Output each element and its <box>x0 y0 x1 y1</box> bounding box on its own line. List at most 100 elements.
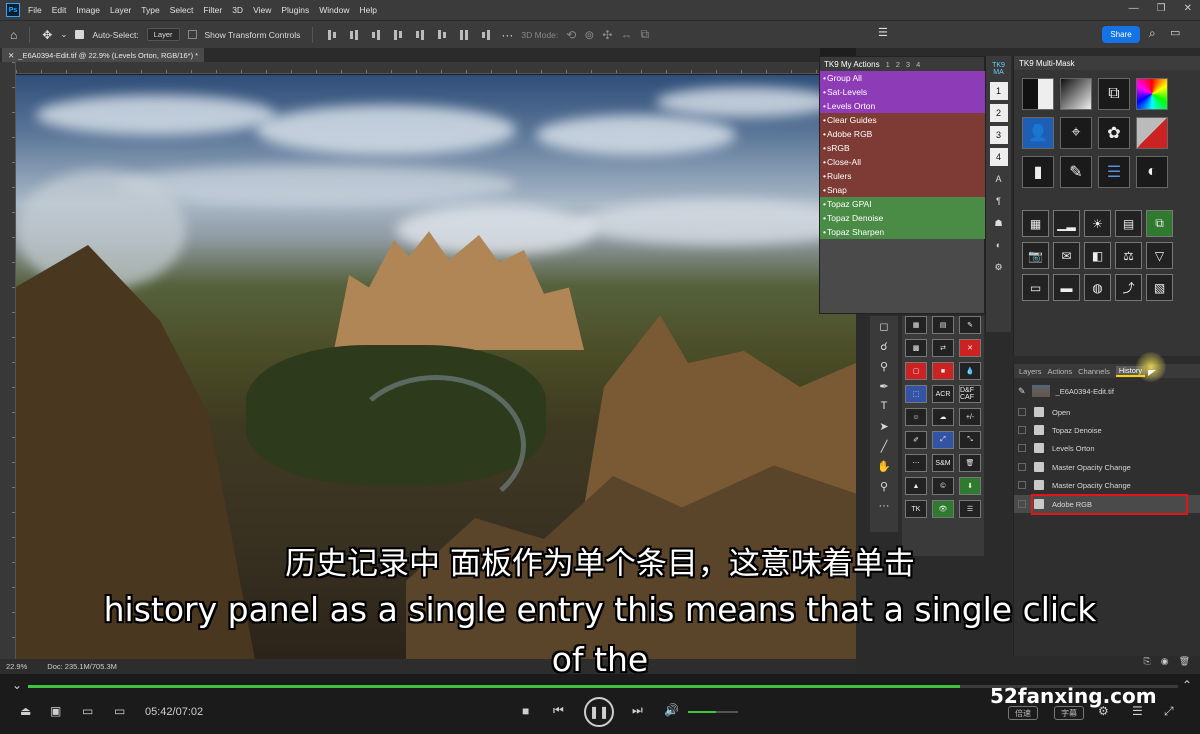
tk9-step-1[interactable]: 1 <box>989 82 1008 100</box>
align-top-icon[interactable] <box>391 29 405 41</box>
path-selection-icon[interactable]: ➤ <box>870 416 898 436</box>
brush-settings-icon[interactable]: ☗ <box>990 214 1008 232</box>
actions-tab-4[interactable]: 4 <box>916 60 920 69</box>
3d-slide-icon[interactable]: ⇔ <box>620 28 632 42</box>
menu-type[interactable]: Type <box>141 5 159 15</box>
distribute-vertical-icon[interactable] <box>479 29 493 41</box>
auto-select-checkbox[interactable] <box>75 30 85 39</box>
eraser-icon[interactable]: ◻ <box>870 316 898 336</box>
transform-controls-checkbox[interactable] <box>187 30 197 39</box>
action-item[interactable]: Topaz Denoise <box>820 211 985 225</box>
pen-tool-icon[interactable]: ✒ <box>870 376 898 396</box>
tk9-step-4[interactable]: 4 <box>989 148 1008 166</box>
action-item[interactable]: Topaz GPAI <box>820 197 985 211</box>
mask-gradient-icon[interactable] <box>1060 78 1092 110</box>
mask-flower-icon[interactable]: ✿ <box>1098 117 1130 149</box>
history-step[interactable]: Open <box>1014 403 1200 421</box>
action-item[interactable]: Clear Guides <box>820 113 985 127</box>
pause-button[interactable]: ❚❚ <box>584 697 614 727</box>
share-button[interactable]: Share <box>1102 26 1140 43</box>
tk-marquee-icon[interactable]: ⬚ <box>905 385 927 403</box>
mm-brightness-icon[interactable]: ☀ <box>1084 210 1111 237</box>
tk-drop-icon[interactable]: 💧 <box>959 362 981 380</box>
type-tool-icon[interactable]: T <box>870 396 898 416</box>
3d-roll-icon[interactable]: ⊚ <box>584 28 594 42</box>
history-step[interactable]: Topaz Denoise <box>1014 421 1200 439</box>
mask-doc-icon[interactable]: ▮ <box>1022 156 1054 188</box>
stop-icon[interactable]: ■ <box>522 704 529 718</box>
action-item[interactable]: Rulers <box>820 169 985 183</box>
mask-copy-icon[interactable]: ⧉ <box>1098 78 1130 110</box>
menu-3d[interactable]: 3D <box>232 5 243 15</box>
actions-tab-1[interactable]: 1 <box>886 60 890 69</box>
tk-download-icon[interactable]: ⬇ <box>959 477 981 495</box>
eject-icon[interactable]: ⏏ <box>20 704 31 718</box>
maximize-icon[interactable]: ❐ <box>1157 3 1166 14</box>
menu-help[interactable]: Help <box>359 5 376 15</box>
move-tool-icon[interactable]: ✥ <box>42 28 52 42</box>
settings-icon[interactable]: ⚙ <box>1098 704 1109 718</box>
align-bottom-icon[interactable] <box>435 29 449 41</box>
minimize-icon[interactable]: — <box>1129 3 1139 14</box>
tk-brush-icon[interactable]: ✎ <box>959 316 981 334</box>
auto-select-dropdown[interactable]: Layer <box>146 28 180 41</box>
more-tools-icon[interactable]: ··· <box>870 496 898 516</box>
hand-tool-icon[interactable]: ✋ <box>870 456 898 476</box>
3d-orbit-icon[interactable]: ⟲ <box>566 28 576 42</box>
document-tab[interactable]: ✕ _E6A0394-Edit.tif @ 22.9% (Levels Orto… <box>2 48 205 62</box>
tk-mask-icon[interactable]: ▤ <box>932 316 954 334</box>
mm-triangle-down-icon[interactable]: ▽ <box>1146 242 1173 269</box>
tk9-step-3[interactable]: 3 <box>989 126 1008 144</box>
tk-acr-button[interactable]: ACR <box>932 385 954 403</box>
tk-trash-icon[interactable]: 🗑 <box>959 454 981 472</box>
previous-icon[interactable]: ⏮ <box>553 703 564 718</box>
align-middle-icon[interactable] <box>413 29 427 41</box>
ruler-horizontal[interactable] <box>16 62 820 74</box>
type-icon[interactable]: A <box>990 170 1008 188</box>
screenshot-icon[interactable]: ▣ <box>50 704 61 718</box>
tk-delete-icon[interactable]: ✕ <box>959 339 981 357</box>
expand-icon[interactable]: ⌃ <box>1182 678 1192 692</box>
close-tab-icon[interactable]: ✕ <box>8 51 14 60</box>
tk-calc-icon[interactable]: ▩ <box>905 339 927 357</box>
next-icon[interactable]: ⏭ <box>632 703 643 718</box>
mm-channels-icon[interactable]: ◍ <box>1084 274 1111 301</box>
align-center-icon[interactable] <box>347 29 361 41</box>
mm-balance-icon[interactable]: ⚖ <box>1115 242 1142 269</box>
line-tool-icon[interactable]: ╱ <box>870 436 898 456</box>
mask-circles-icon[interactable]: ◐ <box>1136 156 1168 188</box>
history-source-checkbox[interactable] <box>1018 500 1026 508</box>
tk-dodge-burn-button[interactable]: D&F CAF <box>959 385 981 403</box>
mm-gradient-icon[interactable]: ▭ <box>1022 274 1049 301</box>
zoom-tool-icon[interactable]: ⚲ <box>870 476 898 496</box>
mm-camera-icon[interactable]: 📷 <box>1022 242 1049 269</box>
dodge-icon[interactable]: ⚲ <box>870 356 898 376</box>
menu-select[interactable]: Select <box>170 5 194 15</box>
tk-stack-icon[interactable]: ☰ <box>959 500 981 518</box>
mm-envelope-icon[interactable]: ✉ <box>1053 242 1080 269</box>
mm-grid-icon[interactable]: ▦ <box>1022 210 1049 237</box>
tk-logo-button[interactable]: TK <box>905 500 927 518</box>
history-brush-icon[interactable]: ✎ <box>1018 386 1026 397</box>
fullscreen-icon[interactable]: ⤢ <box>1164 704 1174 719</box>
smudge-icon[interactable]: ☌ <box>870 336 898 356</box>
history-snapshot[interactable]: ✎ _E6A0394-Edit.tif <box>1014 382 1200 400</box>
history-source-checkbox[interactable] <box>1018 408 1026 416</box>
chat-icon[interactable]: ▭ <box>82 704 93 718</box>
home-icon[interactable]: ⌂ <box>10 28 17 42</box>
mm-histogram-icon[interactable]: ▁▂ <box>1053 210 1080 237</box>
tk-eye-icon[interactable]: 👁 <box>932 500 954 518</box>
speed-button[interactable]: 倍速 <box>1008 706 1038 720</box>
history-source-checkbox[interactable] <box>1018 463 1026 471</box>
collapse-icon[interactable]: ⌄ <box>12 678 22 692</box>
action-item[interactable]: Topaz Sharpen <box>820 225 985 239</box>
more-options-icon[interactable]: ··· <box>501 28 513 42</box>
history-source-checkbox[interactable] <box>1018 481 1026 489</box>
mask-list-icon[interactable]: ☰ <box>1098 156 1130 188</box>
history-source-checkbox[interactable] <box>1018 444 1026 452</box>
action-item[interactable]: sRGB <box>820 141 985 155</box>
mm-image-icon[interactable]: ▧ <box>1146 274 1173 301</box>
tk-layer-icon[interactable]: ▦ <box>905 316 927 334</box>
action-item[interactable]: Sat-Levels <box>820 85 985 99</box>
mm-half-icon[interactable]: ◧ <box>1084 242 1111 269</box>
